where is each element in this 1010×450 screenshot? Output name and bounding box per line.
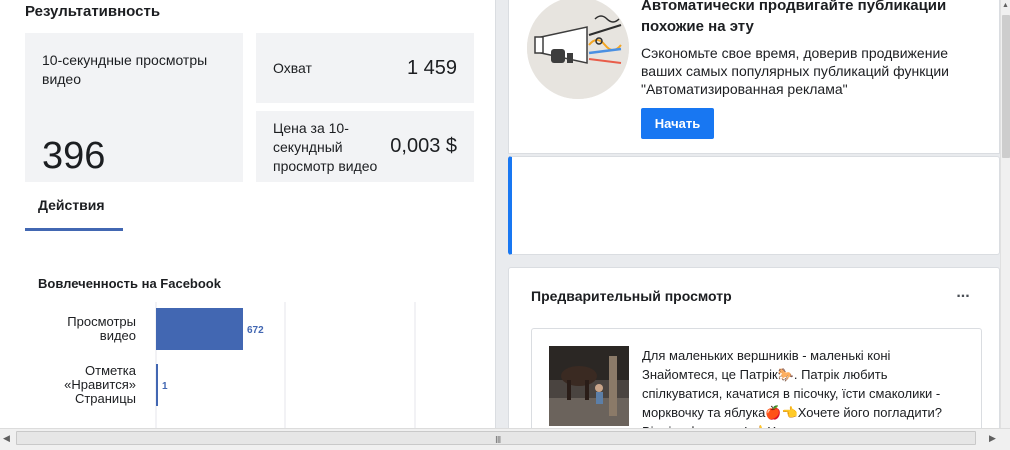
video-views-label: 10-секундные просмотры видео (42, 52, 208, 87)
chart-data-label: 1 (162, 381, 168, 392)
cost-label: Цена за 10-секундный просмотр видео (273, 120, 378, 174)
horizontal-scrollbar[interactable]: ◀ III ▶ (0, 428, 1010, 450)
reach-label: Охват (273, 60, 312, 76)
post-preview[interactable]: Для маленьких вершників - маленькі коні … (531, 328, 982, 436)
scroll-grip: III (495, 435, 501, 446)
horizontal-scroll-thumb[interactable]: III (16, 431, 976, 446)
chart-category-line: видео (100, 328, 136, 343)
more-icon[interactable]: ... (953, 285, 973, 304)
chart-bar[interactable] (156, 364, 158, 406)
post-text: Для маленьких вершників - маленькі коні … (642, 348, 943, 436)
reach-card: Охват 1 459 (256, 33, 474, 103)
promo-description: Сэкономьте свое время, доверив продвижен… (641, 45, 949, 97)
performance-panel: Результативность 10-секундные просмотры … (0, 0, 496, 428)
cost-value: 0,003 $ (390, 135, 457, 157)
scroll-up-arrow-icon[interactable]: ▲ (1002, 2, 1009, 9)
chart-bar[interactable] (156, 308, 243, 350)
chart-category-line: Отметка (85, 363, 137, 378)
video-views-card: 10-секундные просмотры видео 396 (25, 33, 243, 182)
post-thumbnail (549, 346, 629, 426)
video-views-value: 396 (42, 135, 106, 177)
chart-title: Вовлеченность на Facebook (38, 276, 221, 291)
chart-data-label: 672 (247, 325, 264, 336)
tab-actions-label: Действия (38, 197, 105, 213)
preview-title: Предварительный просмотр (531, 288, 732, 304)
chart-category-label: Просмотры видео (67, 314, 136, 343)
vertical-scroll-thumb[interactable] (1002, 15, 1010, 158)
megaphone-icon (527, 0, 629, 99)
promo-title: Автоматически продвигайте публикации пох… (641, 0, 947, 35)
auto-promo-card: Автоматически продвигайте публикации пох… (508, 0, 1000, 154)
chart-category-line: Страницы (75, 391, 136, 406)
promo-illustration (527, 0, 629, 99)
vertical-scrollbar[interactable]: ▲ (1000, 0, 1010, 428)
empty-highlight-card (508, 156, 1000, 255)
tab-actions[interactable]: Действия (25, 187, 123, 231)
scroll-right-arrow-icon[interactable]: ▶ (989, 433, 996, 444)
start-button[interactable]: Начать (641, 108, 714, 139)
engagement-chart: 672 Просмотры видео 1 Отметка «Нравится» Стран… (64, 302, 416, 428)
reach-value: 1 459 (406, 57, 457, 79)
horse-photo-icon (549, 346, 629, 426)
chart-category-line: «Нравится» (64, 377, 136, 392)
preview-card: Предварительный просмотр ... Для маленьк… (508, 267, 1000, 437)
scroll-left-arrow-icon[interactable]: ◀ (3, 433, 10, 444)
cost-card: Цена за 10-секундный просмотр видео 0,00… (256, 111, 474, 182)
performance-title: Результативность (25, 3, 161, 20)
chart-category-line: Просмотры (67, 314, 136, 329)
chart-category-label: Отметка «Нравится» Страницы (64, 363, 137, 406)
